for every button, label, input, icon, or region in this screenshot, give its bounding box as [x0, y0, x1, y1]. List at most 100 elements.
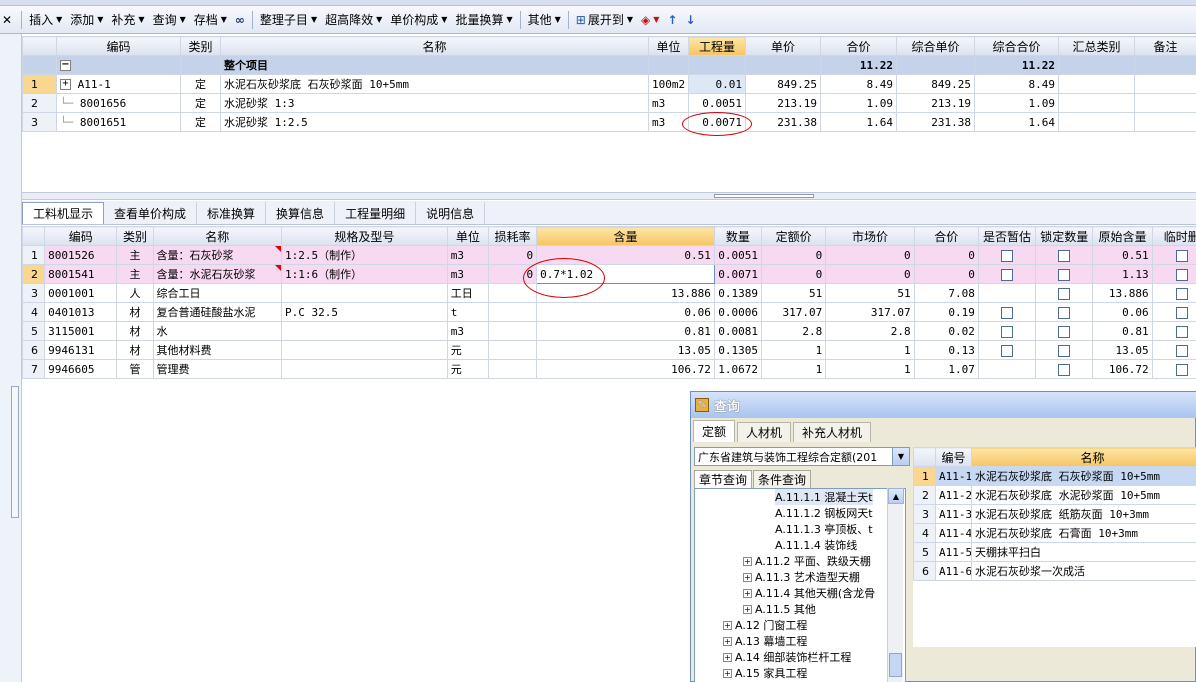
type-cell[interactable]: 定 [180, 112, 221, 132]
unit-cell[interactable]: 元 [446, 340, 489, 360]
code-cell[interactable]: 9946605 [44, 359, 118, 379]
quantity-cell[interactable]: 1.0672 [713, 359, 763, 379]
name-cell[interactable]: 水 [152, 321, 283, 341]
expand-icon[interactable]: + [743, 556, 752, 566]
unit-cell[interactable]: m3 [648, 93, 689, 113]
market-price-cell[interactable]: 51 [825, 283, 915, 303]
table-row[interactable]: 3 A11-3 水泥石灰砂浆底 纸筋灰面 10+3mm [913, 504, 1196, 524]
remark-cell[interactable] [1134, 74, 1196, 94]
tab-condition-query[interactable]: 条件查询 [753, 470, 812, 488]
quantity-cell[interactable]: 0.0071 [688, 112, 746, 132]
code-cell[interactable]: 9946131 [44, 340, 118, 360]
price-cell[interactable]: 849.25 [745, 74, 821, 94]
tree-item[interactable]: A.11.1.1 混凝土天t [775, 489, 873, 505]
name-cell[interactable]: 管理费 [152, 359, 283, 379]
provisional-checkbox[interactable] [1001, 249, 1014, 262]
loss-rate-cell[interactable] [487, 321, 538, 341]
unit-cell[interactable]: m3 [446, 264, 489, 284]
column-header[interactable]: 工程量 [688, 36, 746, 56]
tree-item[interactable]: + A.11.2 平面、跌级天棚 [743, 553, 871, 569]
type-cell[interactable]: 定 [180, 93, 221, 113]
expand-to-button[interactable]: ⊞ 展开到 ▼ [572, 9, 637, 31]
tree-item[interactable]: + A.13 幕墙工程 [723, 633, 807, 649]
type-cell[interactable]: 材 [116, 302, 154, 322]
tree-item[interactable]: + A.11.5 其他 [743, 601, 816, 617]
temp-delete-checkbox[interactable] [1175, 363, 1188, 376]
code-cell[interactable]: A11-3 [935, 504, 972, 524]
code-cell[interactable]: 3115001 [44, 321, 118, 341]
provisional-checkbox[interactable] [1001, 306, 1014, 319]
unit-cell[interactable]: 工日 [446, 283, 489, 303]
expand-icon[interactable]: + [743, 572, 752, 582]
tree-item[interactable]: + A.15 家具工程 [723, 665, 807, 681]
expand-icon[interactable]: + [743, 588, 752, 598]
query-button[interactable]: 查询 ▼ [149, 9, 190, 31]
arrow-up-icon[interactable]: ↑ [663, 9, 681, 31]
name-cell[interactable]: 水泥石灰砂浆底 石膏面 10+3mm [971, 523, 1196, 543]
provisional-checkbox[interactable] [1001, 325, 1014, 338]
name-cell[interactable]: 水泥石灰砂浆底 纸筋灰面 10+3mm [971, 504, 1196, 524]
spec-cell[interactable] [281, 321, 448, 341]
tab-labor-material-machine[interactable]: 工料机显示 [22, 202, 105, 224]
column-header[interactable]: 备注 [1134, 36, 1196, 56]
pane-splitter[interactable] [22, 192, 1196, 200]
name-cell[interactable]: 天棚抹平扫白 [971, 542, 1196, 562]
chevron-down-icon[interactable]: ▼ [892, 448, 909, 465]
market-price-cell[interactable]: 0 [825, 264, 915, 284]
column-header[interactable]: 名称 [152, 226, 283, 246]
temp-delete-checkbox[interactable] [1175, 249, 1188, 262]
code-cell[interactable]: 8001526 [44, 245, 118, 265]
lock-quantity-checkbox[interactable] [1058, 268, 1071, 281]
table-row[interactable]: 1 A11-1 水泥石灰砂浆底 石灰砂浆面 10+5mm [913, 466, 1196, 486]
tree-item[interactable]: A.11.1.3 亭顶板、t [775, 521, 873, 537]
market-price-cell[interactable]: 317.07 [825, 302, 915, 322]
tab-labor-material[interactable]: 人材机 [737, 422, 792, 442]
unit-cell[interactable]: m3 [648, 112, 689, 132]
name-cell[interactable]: 水泥石灰砂浆底 石灰砂浆面 10+5mm [971, 466, 1196, 486]
unit-cell[interactable]: m3 [446, 321, 489, 341]
column-header[interactable]: 单位 [446, 226, 489, 246]
arrow-down-icon[interactable]: ↓ [681, 9, 699, 31]
column-header[interactable]: 编号 [935, 447, 972, 467]
batch-conversion-button[interactable]: 批量换算 ▼ [451, 9, 516, 31]
tree-item[interactable]: A.11.1.4 装饰线 [775, 537, 857, 553]
spec-cell[interactable]: 1:1:6（制作） [281, 264, 448, 284]
market-price-cell[interactable]: 1 [825, 359, 915, 379]
name-cell[interactable]: 含量：石灰砂浆 [152, 245, 283, 265]
market-price-cell[interactable]: 2.8 [825, 321, 915, 341]
spec-cell[interactable] [281, 283, 448, 303]
name-cell[interactable]: 含量：水泥石灰砂浆 [152, 264, 283, 284]
column-header[interactable]: 类别 [180, 36, 221, 56]
name-cell[interactable]: 复合普通硅酸盐水泥 [152, 302, 283, 322]
temp-delete-checkbox[interactable] [1175, 287, 1188, 300]
code-cell[interactable]: A11-2 [935, 485, 972, 505]
name-cell[interactable]: 其他材料费 [152, 340, 283, 360]
type-cell[interactable]: 人 [116, 283, 154, 303]
collapse-icon[interactable]: − [60, 60, 71, 71]
dialog-titlebar[interactable]: ✎ 查询 [691, 392, 1196, 418]
expand-icon[interactable]: + [743, 604, 752, 614]
content-edit-input[interactable]: 0.7*1.02 [536, 264, 715, 284]
name-cell[interactable]: 水泥砂浆 1:3 [220, 93, 649, 113]
temp-delete-checkbox[interactable] [1175, 306, 1188, 319]
lock-quantity-checkbox[interactable] [1058, 344, 1071, 357]
expand-icon[interactable]: + [723, 636, 732, 646]
code-cell[interactable]: A11-5 [935, 542, 972, 562]
tab-quantity-detail[interactable]: 工程量明细 [335, 202, 417, 224]
table-row[interactable]: 3 0001001 人 综合工日 工日 13.886 0.1389 51 51 … [22, 283, 1196, 303]
content-cell[interactable]: 0.51 [536, 245, 715, 265]
summary-category-cell[interactable] [1058, 74, 1135, 94]
type-cell[interactable]: 主 [116, 264, 154, 284]
code-cell[interactable]: A11-4 [935, 523, 972, 543]
tab-quota[interactable]: 定额 [693, 420, 736, 442]
type-cell[interactable]: 管 [116, 359, 154, 379]
quantity-cell[interactable]: 0.1305 [713, 340, 763, 360]
fill-color-icon[interactable]: ◈ ▼ [637, 9, 663, 31]
remark-cell[interactable] [1134, 93, 1196, 113]
remark-cell[interactable] [1134, 112, 1196, 132]
content-cell[interactable]: 13.05 [536, 340, 715, 360]
column-header[interactable]: 损耗率 [487, 226, 538, 246]
summary-row[interactable]: − 整个项目 11.22 11.22 [22, 55, 1196, 75]
tree-item[interactable]: A.11.1.2 钢板网天t [775, 505, 873, 521]
market-price-cell[interactable]: 0 [825, 245, 915, 265]
